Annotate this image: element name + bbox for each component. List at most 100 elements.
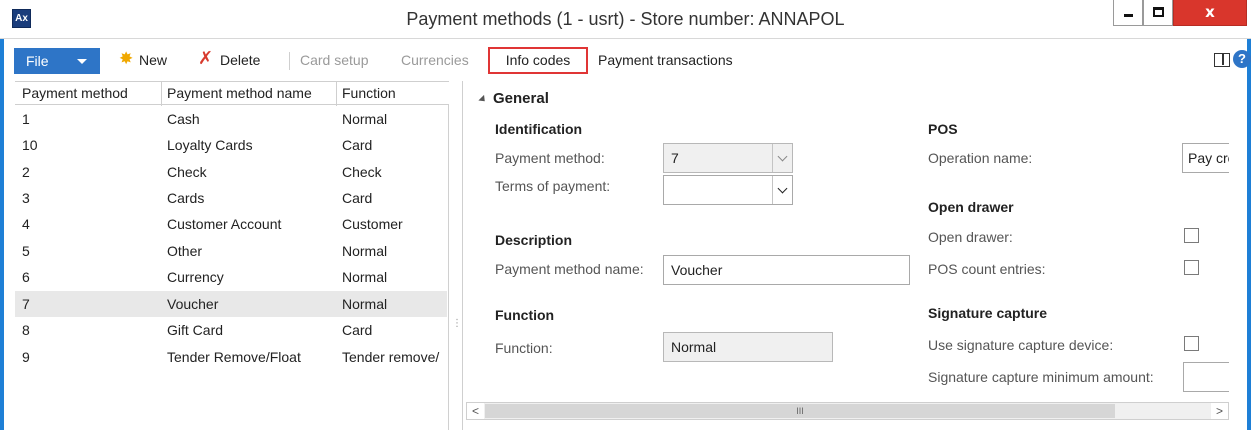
use-signature-capture-device-checkbox[interactable] xyxy=(1184,336,1199,351)
payment-methods-grid: Payment method Payment method name Funct… xyxy=(15,81,449,430)
open-drawer-label: Open drawer: xyxy=(928,229,1013,245)
minimize-button[interactable] xyxy=(1113,0,1143,26)
maximize-icon xyxy=(1153,7,1164,17)
delete-x-icon: ✗ xyxy=(198,48,214,69)
cell-payment-method-name: Other xyxy=(167,243,203,259)
table-row[interactable]: 3 Cards Card xyxy=(15,185,447,211)
operation-name-label: Operation name: xyxy=(928,150,1033,166)
table-row[interactable]: 4 Customer Account Customer xyxy=(15,211,447,237)
cell-payment-method-name: Gift Card xyxy=(167,322,224,338)
chevron-down-icon xyxy=(77,59,87,64)
minimize-icon xyxy=(1124,14,1133,17)
file-label: File xyxy=(26,53,49,69)
card-setup-button[interactable]: Card setup xyxy=(300,50,368,70)
currencies-button[interactable]: Currencies xyxy=(401,50,469,70)
table-row[interactable]: 6 Currency Normal xyxy=(15,264,447,290)
action-pane: File ✸ New ✗ Delete Card setup Currencie… xyxy=(4,45,1251,75)
pos-count-entries-checkbox[interactable] xyxy=(1184,260,1199,275)
cell-function: Tender remove/ xyxy=(342,349,440,365)
column-header-payment-method-name[interactable]: Payment method name xyxy=(167,85,337,101)
terms-of-payment-label: Terms of payment: xyxy=(495,178,611,194)
cell-payment-method: 2 xyxy=(22,164,30,180)
section-general-title[interactable]: General xyxy=(493,90,549,107)
column-header-function[interactable]: Function xyxy=(342,85,447,101)
column-divider[interactable] xyxy=(161,82,162,106)
pane-splitter[interactable]: ⋮ xyxy=(452,319,462,344)
cell-payment-method-name: Tender Remove/Float xyxy=(167,349,301,365)
chevron-down-icon[interactable] xyxy=(772,144,792,172)
cell-payment-method-name: Customer Account xyxy=(167,216,282,232)
operation-name-field[interactable]: Pay cre xyxy=(1182,143,1230,173)
delete-label: Delete xyxy=(220,52,261,68)
table-row[interactable]: 2 Check Check xyxy=(15,159,447,185)
panel-layout-icon[interactable] xyxy=(1214,53,1230,67)
new-button[interactable]: ✸ New xyxy=(119,50,179,70)
toolbar-divider xyxy=(289,52,290,70)
cell-payment-method: 4 xyxy=(22,216,30,232)
collapse-triangle-icon[interactable] xyxy=(478,94,488,105)
scroll-right-arrow-icon[interactable]: > xyxy=(1211,403,1228,419)
signature-capture-minimum-amount-field[interactable] xyxy=(1183,362,1230,392)
column-divider[interactable] xyxy=(336,82,337,106)
cell-payment-method-name: Cards xyxy=(167,190,205,206)
cell-payment-method-name: Currency xyxy=(167,269,224,285)
file-menu-button[interactable]: File xyxy=(14,48,100,74)
new-star-icon: ✸ xyxy=(119,49,134,69)
help-icon[interactable]: ? xyxy=(1233,50,1251,68)
signature-capture-minimum-amount-label: Signature capture minimum amount: xyxy=(928,369,1154,385)
table-row[interactable]: 9 Tender Remove/Float Tender remove/ xyxy=(15,344,447,370)
cell-function: Card xyxy=(342,190,373,206)
cell-payment-method-name: Loyalty Cards xyxy=(167,137,253,153)
maximize-button[interactable] xyxy=(1143,0,1173,26)
cell-payment-method: 1 xyxy=(22,111,30,127)
function-label: Function: xyxy=(495,340,553,356)
close-icon: x xyxy=(1205,3,1215,21)
payment-method-label: Payment method: xyxy=(495,150,605,166)
cell-function: Card xyxy=(342,137,373,153)
chevron-down-icon[interactable] xyxy=(772,176,792,204)
pos-heading: POS xyxy=(928,121,958,137)
cell-function: Normal xyxy=(342,243,388,259)
cell-payment-method: 5 xyxy=(22,243,30,259)
cell-function: Normal xyxy=(342,296,388,312)
cell-payment-method-name: Voucher xyxy=(167,296,219,312)
column-header-payment-method[interactable]: Payment method xyxy=(22,85,162,101)
window-title: Payment methods (1 - usrt) - Store numbe… xyxy=(406,9,845,29)
delete-button[interactable]: ✗ Delete xyxy=(198,50,280,70)
detail-pane: General Identification Payment method: 7… xyxy=(462,81,1247,430)
scrollbar-thumb[interactable]: III xyxy=(485,404,1115,418)
table-row[interactable]: 5 Other Normal xyxy=(15,238,447,264)
terms-of-payment-field[interactable] xyxy=(663,175,793,205)
function-heading: Function xyxy=(495,307,555,323)
function-field[interactable]: Normal xyxy=(663,332,833,362)
cell-payment-method: 8 xyxy=(22,322,30,338)
description-heading: Description xyxy=(495,232,573,248)
table-row[interactable]: 8 Gift Card Card xyxy=(15,317,447,343)
info-codes-button[interactable]: Info codes xyxy=(488,47,588,74)
payment-method-field[interactable]: 7 xyxy=(663,143,793,173)
payment-method-name-field[interactable]: Voucher xyxy=(663,255,910,285)
new-label: New xyxy=(139,52,168,68)
payment-transactions-button[interactable]: Payment transactions xyxy=(598,50,733,70)
table-row-selected[interactable]: 7 Voucher Normal xyxy=(15,291,447,317)
payment-method-name-label: Payment method name: xyxy=(495,261,644,277)
pos-count-entries-label: POS count entries: xyxy=(928,261,1046,277)
close-button[interactable]: x xyxy=(1173,0,1247,26)
payment-method-value: 7 xyxy=(671,150,679,166)
detail-right-edge xyxy=(1229,81,1247,402)
cell-function: Customer xyxy=(342,216,403,232)
cell-function: Normal xyxy=(342,111,388,127)
horizontal-scrollbar[interactable]: < III > xyxy=(466,402,1229,420)
grid-header: Payment method Payment method name Funct… xyxy=(15,81,449,106)
table-row[interactable]: 10 Loyalty Cards Card xyxy=(15,132,447,158)
cell-payment-method: 10 xyxy=(22,137,38,153)
table-row[interactable]: 1 Cash Normal xyxy=(15,106,447,132)
cell-function: Check xyxy=(342,164,382,180)
open-drawer-checkbox[interactable] xyxy=(1184,228,1199,243)
cell-function: Normal xyxy=(342,269,388,285)
cell-payment-method: 7 xyxy=(22,296,30,312)
identification-heading: Identification xyxy=(495,121,583,137)
cell-payment-method-name: Cash xyxy=(167,111,200,127)
cell-payment-method: 9 xyxy=(22,349,30,365)
scroll-left-arrow-icon[interactable]: < xyxy=(467,403,484,419)
